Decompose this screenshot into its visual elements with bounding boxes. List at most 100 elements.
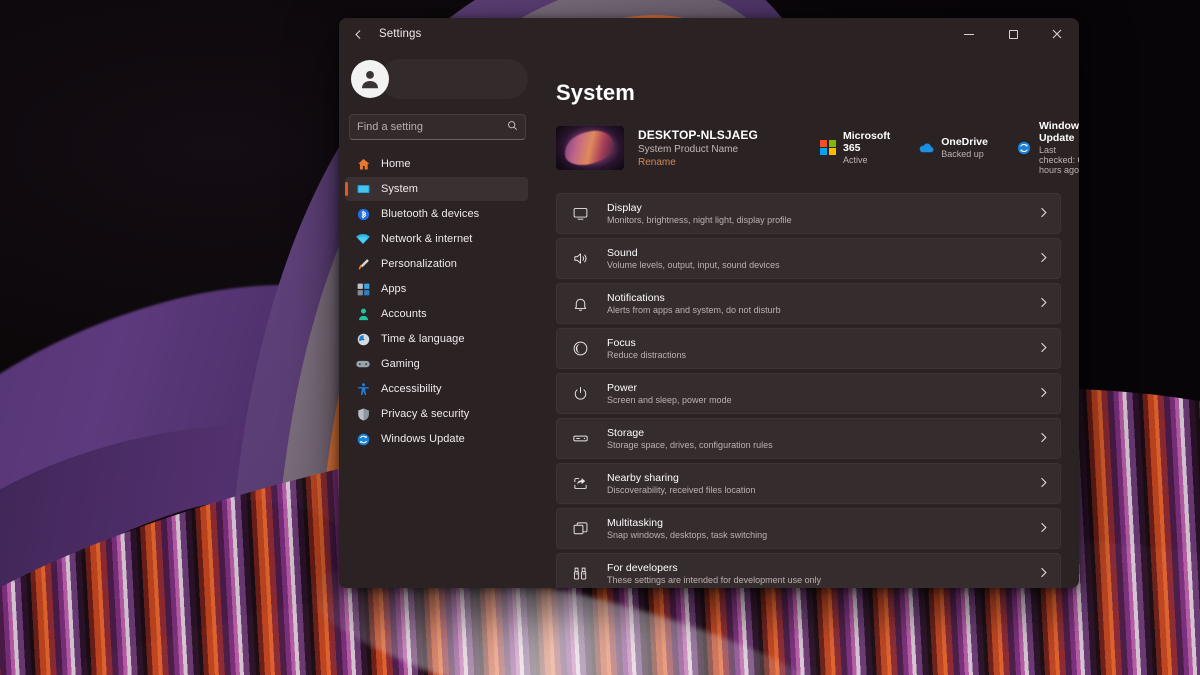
bell-icon	[571, 295, 589, 313]
shield-icon	[355, 406, 371, 422]
chevron-right-icon	[1039, 567, 1048, 581]
chevron-right-icon	[1039, 252, 1048, 266]
sidebar-item-accounts[interactable]: Accounts	[345, 302, 528, 326]
settings-card-display[interactable]: Display Monitors, brightness, night ligh…	[556, 193, 1061, 234]
sidebar-item-label: System	[381, 183, 418, 195]
settings-card-title: Focus	[607, 336, 636, 349]
settings-card-title: Multitasking	[607, 516, 664, 529]
drive-icon	[571, 430, 589, 448]
status-card-subtitle: Active	[843, 155, 868, 165]
sidebar-item-label: Privacy & security	[381, 408, 470, 420]
device-model: System Product Name	[638, 143, 739, 155]
settings-card-power[interactable]: Power Screen and sleep, power mode	[556, 373, 1061, 414]
chevron-right-icon	[1039, 207, 1048, 221]
status-card-subtitle: Last checked: 6 hours ago	[1038, 145, 1079, 175]
settings-card-for-developers[interactable]: For developers These settings are intend…	[556, 553, 1061, 588]
settings-card-multitasking[interactable]: Multitasking Snap windows, desktops, tas…	[556, 508, 1061, 549]
minimize-icon[interactable]	[947, 18, 991, 50]
settings-card-notifications[interactable]: Notifications Alerts from apps and syste…	[556, 283, 1061, 324]
sidebar-item-gaming[interactable]: Gaming	[345, 352, 528, 376]
search-box[interactable]	[349, 114, 526, 140]
windows-update-icon	[1016, 140, 1032, 156]
settings-window: Settings Find a setting Home System Blue…	[339, 18, 1079, 588]
sidebar-item-privacy-security[interactable]: Privacy & security	[345, 402, 528, 426]
window-body: Home System	[339, 50, 1079, 588]
clock-icon	[355, 331, 371, 347]
sidebar-item-label: Windows Update	[381, 433, 465, 445]
status-card-onedrive[interactable]: OneDrive Backed up	[918, 136, 988, 159]
microsoft-logo-icon	[820, 139, 836, 156]
sidebar-item-bluetooth-devices[interactable]: Bluetooth & devices	[345, 202, 528, 226]
sidebar-item-label: Network & internet	[381, 233, 473, 245]
display-monitor-icon	[571, 205, 589, 223]
sidebar-item-apps[interactable]: Apps	[345, 277, 528, 301]
back-arrow-icon[interactable]	[343, 21, 373, 47]
chevron-right-icon	[1039, 297, 1048, 311]
wifi-icon	[355, 231, 371, 247]
sidebar-item-home[interactable]: Home	[345, 152, 528, 176]
settings-card-subtitle: Volume levels, output, input, sound devi…	[607, 260, 780, 271]
sidebar-item-label: Accessibility	[381, 383, 442, 395]
settings-card-title: Notifications	[607, 291, 665, 304]
chevron-right-icon	[1039, 387, 1048, 401]
home-icon	[355, 156, 371, 172]
settings-card-title: Power	[607, 381, 638, 394]
sidebar-item-label: Apps	[381, 283, 407, 295]
onedrive-cloud-icon	[918, 140, 934, 156]
chevron-right-icon	[1039, 522, 1048, 536]
chevron-right-icon	[1039, 477, 1048, 491]
window-controls	[947, 18, 1079, 50]
sidebar-nav: Home System Bluetooth & devices Network …	[345, 152, 528, 451]
windows-stack-icon	[571, 520, 589, 538]
settings-card-title: Storage	[607, 426, 645, 439]
sidebar-item-label: Time & language	[381, 333, 465, 345]
developer-tools-icon	[571, 565, 589, 583]
settings-card-title: Sound	[607, 246, 638, 259]
maximize-icon[interactable]	[991, 18, 1035, 50]
page-title: System	[556, 80, 635, 105]
chevron-right-icon	[1039, 432, 1048, 446]
close-icon[interactable]	[1035, 18, 1079, 50]
settings-card-focus[interactable]: Focus Reduce distractions	[556, 328, 1061, 369]
settings-card-nearby-sharing[interactable]: Nearby sharing Discoverability, received…	[556, 463, 1061, 504]
paintbrush-icon	[355, 256, 371, 272]
account-block[interactable]	[345, 50, 528, 112]
settings-card-subtitle: Monitors, brightness, night light, displ…	[607, 215, 792, 226]
sidebar-item-label: Accounts	[381, 308, 427, 320]
settings-card-title: Nearby sharing	[607, 471, 679, 484]
sidebar-item-personalization[interactable]: Personalization	[345, 252, 528, 276]
sidebar-item-windows-update[interactable]: Windows Update	[345, 427, 528, 451]
settings-card-subtitle: Screen and sleep, power mode	[607, 395, 732, 406]
monitor-icon	[355, 181, 371, 197]
search-input[interactable]	[357, 121, 503, 133]
settings-card-title: For developers	[607, 561, 678, 574]
sidebar-item-system[interactable]: System	[345, 177, 528, 201]
sidebar-item-network-internet[interactable]: Network & internet	[345, 227, 528, 251]
content-pane: System DESKTOP-NLSJAEG System Product Na…	[534, 50, 1079, 588]
status-card-microsoft-365[interactable]: Microsoft 365 Active	[820, 130, 890, 165]
power-icon	[571, 385, 589, 403]
bluetooth-icon	[355, 206, 371, 222]
sidebar-item-accessibility[interactable]: Accessibility	[345, 377, 528, 401]
update-refresh-icon	[355, 431, 371, 447]
window-title: Settings	[379, 28, 422, 40]
rename-link[interactable]: Rename	[638, 157, 788, 168]
device-name: DESKTOP-NLSJAEG	[638, 127, 758, 142]
chevron-right-icon	[1039, 342, 1048, 356]
status-card-windows-update[interactable]: Windows Update Last checked: 6 hours ago	[1016, 120, 1079, 175]
window-titlebar: Settings	[339, 18, 1079, 50]
desktop: Settings Find a setting Home System Blue…	[0, 0, 1200, 675]
accessibility-icon	[355, 381, 371, 397]
sidebar-item-time-language[interactable]: Time & language	[345, 327, 528, 351]
sidebar: Home System	[339, 50, 534, 588]
settings-card-sound[interactable]: Sound Volume levels, output, input, soun…	[556, 238, 1061, 279]
settings-card-title: Display	[607, 201, 642, 214]
device-info: DESKTOP-NLSJAEG System Product Name Rena…	[638, 128, 788, 168]
sidebar-item-label: Personalization	[381, 258, 457, 270]
settings-card-storage[interactable]: Storage Storage space, drives, configura…	[556, 418, 1061, 459]
apps-grid-icon	[355, 281, 371, 297]
status-card-title: OneDrive	[941, 136, 988, 148]
settings-card-subtitle: Storage space, drives, configuration rul…	[607, 440, 773, 451]
gamepad-icon	[355, 356, 371, 372]
account-name-placeholder	[380, 59, 528, 99]
